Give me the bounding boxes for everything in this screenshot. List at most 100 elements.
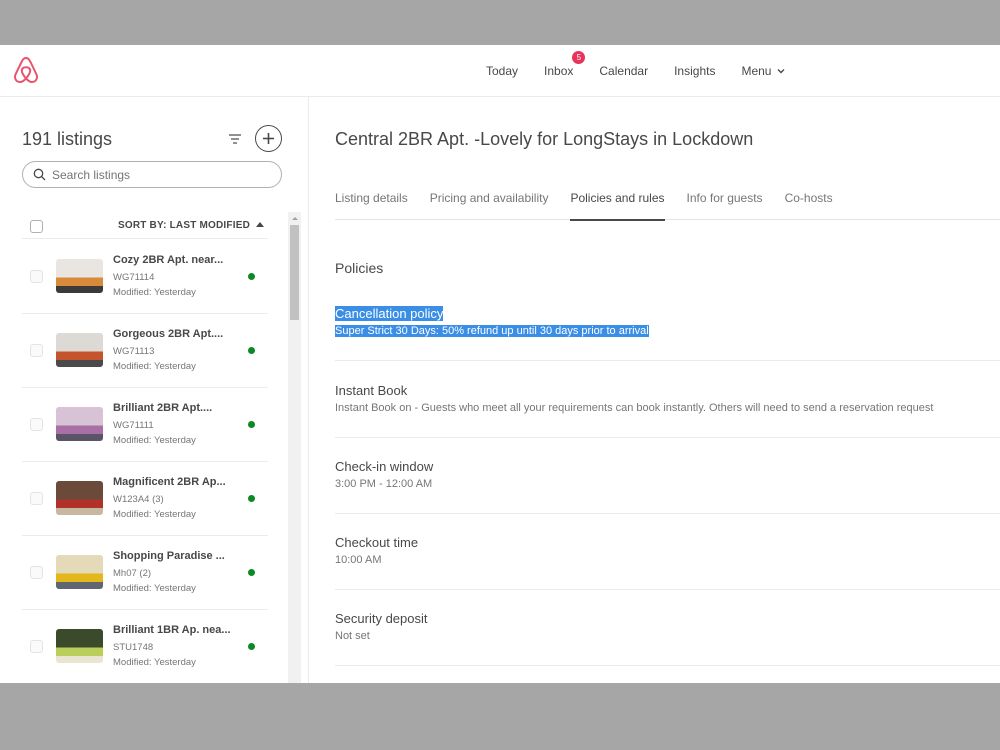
listing-modified: Modified: Yesterday (113, 657, 196, 668)
search-icon (33, 168, 46, 181)
scrollbar-thumb[interactable] (290, 225, 299, 320)
listing-item[interactable]: Shopping Paradise ... Mh07 (2) Modified:… (22, 536, 268, 610)
filter-icon[interactable] (228, 133, 242, 145)
listing-modified: Modified: Yesterday (113, 583, 196, 594)
policy-label: Instant Book (335, 383, 408, 398)
nav-inbox-label: Inbox (544, 64, 574, 78)
listing-checkbox[interactable] (30, 566, 43, 579)
listing-title: Brilliant 2BR Apt.... (113, 402, 213, 414)
policy-checkout-time[interactable]: Checkout time 10:00 AM (335, 534, 1000, 590)
sort-by-label: SORT BY: LAST MODIFIED (118, 220, 250, 231)
listing-checkbox[interactable] (30, 270, 43, 283)
policy-value: Instant Book on - Guests who meet all yo… (335, 402, 934, 414)
tab-pricing-and-availability[interactable]: Pricing and availability (430, 187, 549, 220)
listing-code: STU1748 (113, 642, 154, 653)
nav-insights-label: Insights (674, 64, 716, 78)
listing-item[interactable]: Cozy 2BR Apt. near... WG71114 Modified: … (22, 240, 268, 314)
listing-code: Mh07 (2) (113, 568, 152, 579)
listing-modified: Modified: Yesterday (113, 287, 196, 298)
listing-thumbnail (56, 259, 103, 293)
nav-inbox[interactable]: Inbox 5 (544, 51, 586, 78)
nav-calendar[interactable]: Calendar (599, 64, 648, 78)
policy-label: Check-in window (335, 459, 434, 474)
listings-count: 191 listings (22, 129, 113, 149)
listing-title-heading: Central 2BR Apt. -Lovely for LongStays i… (335, 129, 754, 149)
listing-status-dot (248, 569, 255, 576)
listing-title: Gorgeous 2BR Apt.... (113, 328, 224, 340)
listing-modified: Modified: Yesterday (113, 361, 196, 372)
nav-today-label: Today (486, 64, 519, 78)
letterbox-bottom (0, 683, 1000, 750)
listing-status-dot (248, 643, 255, 650)
listing-thumbnail (56, 481, 103, 515)
top-navigation-bar: Today Inbox 5 Calendar Insights Menu (0, 45, 1000, 97)
policies-section-title: Policies (335, 260, 384, 276)
listing-checkbox[interactable] (30, 418, 43, 431)
listing-item[interactable]: Brilliant 1BR Ap. nea... STU1748 Modifie… (22, 610, 268, 683)
listing-checkbox[interactable] (30, 492, 43, 505)
listings-sidebar: 191 listings SORT BY: LAST MODIFIED Cozy… (0, 97, 309, 683)
search-listings-field[interactable] (22, 161, 282, 188)
listing-tabs: Listing details Pricing and availability… (335, 187, 1000, 221)
policy-cancellation[interactable]: Cancellation policy Super Strict 30 Days… (335, 305, 1000, 361)
listing-code: WG71114 (113, 272, 155, 283)
listing-title: Cozy 2BR Apt. near... (113, 254, 224, 266)
nav-menu-label: Menu (741, 64, 772, 78)
policy-value: Super Strict 30 Days: 50% refund up unti… (335, 325, 649, 337)
policy-value: Not set (335, 630, 370, 642)
letterbox-top (0, 0, 1000, 45)
tab-policies-and-rules[interactable]: Policies and rules (570, 187, 665, 221)
nav-menu[interactable]: Menu (741, 64, 785, 78)
listing-code: WG71113 (113, 346, 155, 357)
sort-row: SORT BY: LAST MODIFIED (22, 215, 268, 239)
plus-icon (263, 133, 274, 144)
listing-title: Shopping Paradise ... (113, 550, 225, 562)
listing-modified: Modified: Yesterday (113, 509, 196, 520)
policy-label: Security deposit (335, 611, 428, 626)
listing-status-dot (248, 273, 255, 280)
tab-co-hosts[interactable]: Co-hosts (785, 187, 833, 220)
search-listings-input[interactable] (52, 167, 252, 182)
select-all-checkbox[interactable] (30, 220, 43, 233)
listing-code: W123A4 (3) (113, 494, 164, 505)
policy-instant-book[interactable]: Instant Book Instant Book on - Guests wh… (335, 382, 1000, 438)
listing-title: Brilliant 1BR Ap. nea... (113, 624, 231, 636)
listing-checkbox[interactable] (30, 640, 43, 653)
listing-thumbnail (56, 333, 103, 367)
inbox-unread-badge: 5 (572, 51, 586, 64)
listing-thumbnail (56, 629, 103, 663)
add-listing-button[interactable] (255, 125, 282, 152)
listings-list: Cozy 2BR Apt. near... WG71114 Modified: … (22, 240, 268, 683)
scroll-up-arrow-icon[interactable] (288, 212, 301, 225)
chevron-down-icon (777, 69, 785, 74)
policy-value: 10:00 AM (335, 554, 382, 566)
listing-status-dot (248, 421, 255, 428)
listing-detail-panel: Central 2BR Apt. -Lovely for LongStays i… (310, 97, 1000, 683)
listing-item[interactable]: Brilliant 2BR Apt.... WG71111 Modified: … (22, 388, 268, 462)
policy-check-in-window[interactable]: Check-in window 3:00 PM - 12:00 AM (335, 458, 1000, 514)
listing-status-dot (248, 347, 255, 354)
listing-title: Magnificent 2BR Ap... (113, 476, 226, 488)
listing-checkbox[interactable] (30, 344, 43, 357)
policy-security-deposit[interactable]: Security deposit Not set (335, 610, 1000, 666)
airbnb-logo-icon[interactable] (12, 55, 40, 85)
listing-item[interactable]: Gorgeous 2BR Apt.... WG71113 Modified: Y… (22, 314, 268, 388)
policy-label: Checkout time (335, 535, 419, 550)
sort-by-button[interactable]: SORT BY: LAST MODIFIED (118, 220, 264, 231)
nav-today[interactable]: Today (486, 64, 518, 78)
nav-calendar-label: Calendar (599, 64, 649, 78)
tab-listing-details[interactable]: Listing details (335, 187, 408, 220)
listing-status-dot (248, 495, 255, 502)
listing-thumbnail (56, 555, 103, 589)
policy-label: Cancellation policy (335, 306, 444, 321)
app-window: Today Inbox 5 Calendar Insights Menu 191… (0, 45, 1000, 683)
listing-thumbnail (56, 407, 103, 441)
main-nav: Today Inbox 5 Calendar Insights Menu (486, 45, 811, 97)
policy-value: 3:00 PM - 12:00 AM (335, 478, 433, 490)
listing-modified: Modified: Yesterday (113, 435, 196, 446)
nav-insights[interactable]: Insights (674, 64, 715, 78)
listing-item[interactable]: Magnificent 2BR Ap... W123A4 (3) Modifie… (22, 462, 268, 536)
tab-info-for-guests[interactable]: Info for guests (687, 187, 763, 220)
sort-ascending-icon (256, 222, 264, 227)
listings-scrollbar[interactable] (288, 212, 301, 683)
